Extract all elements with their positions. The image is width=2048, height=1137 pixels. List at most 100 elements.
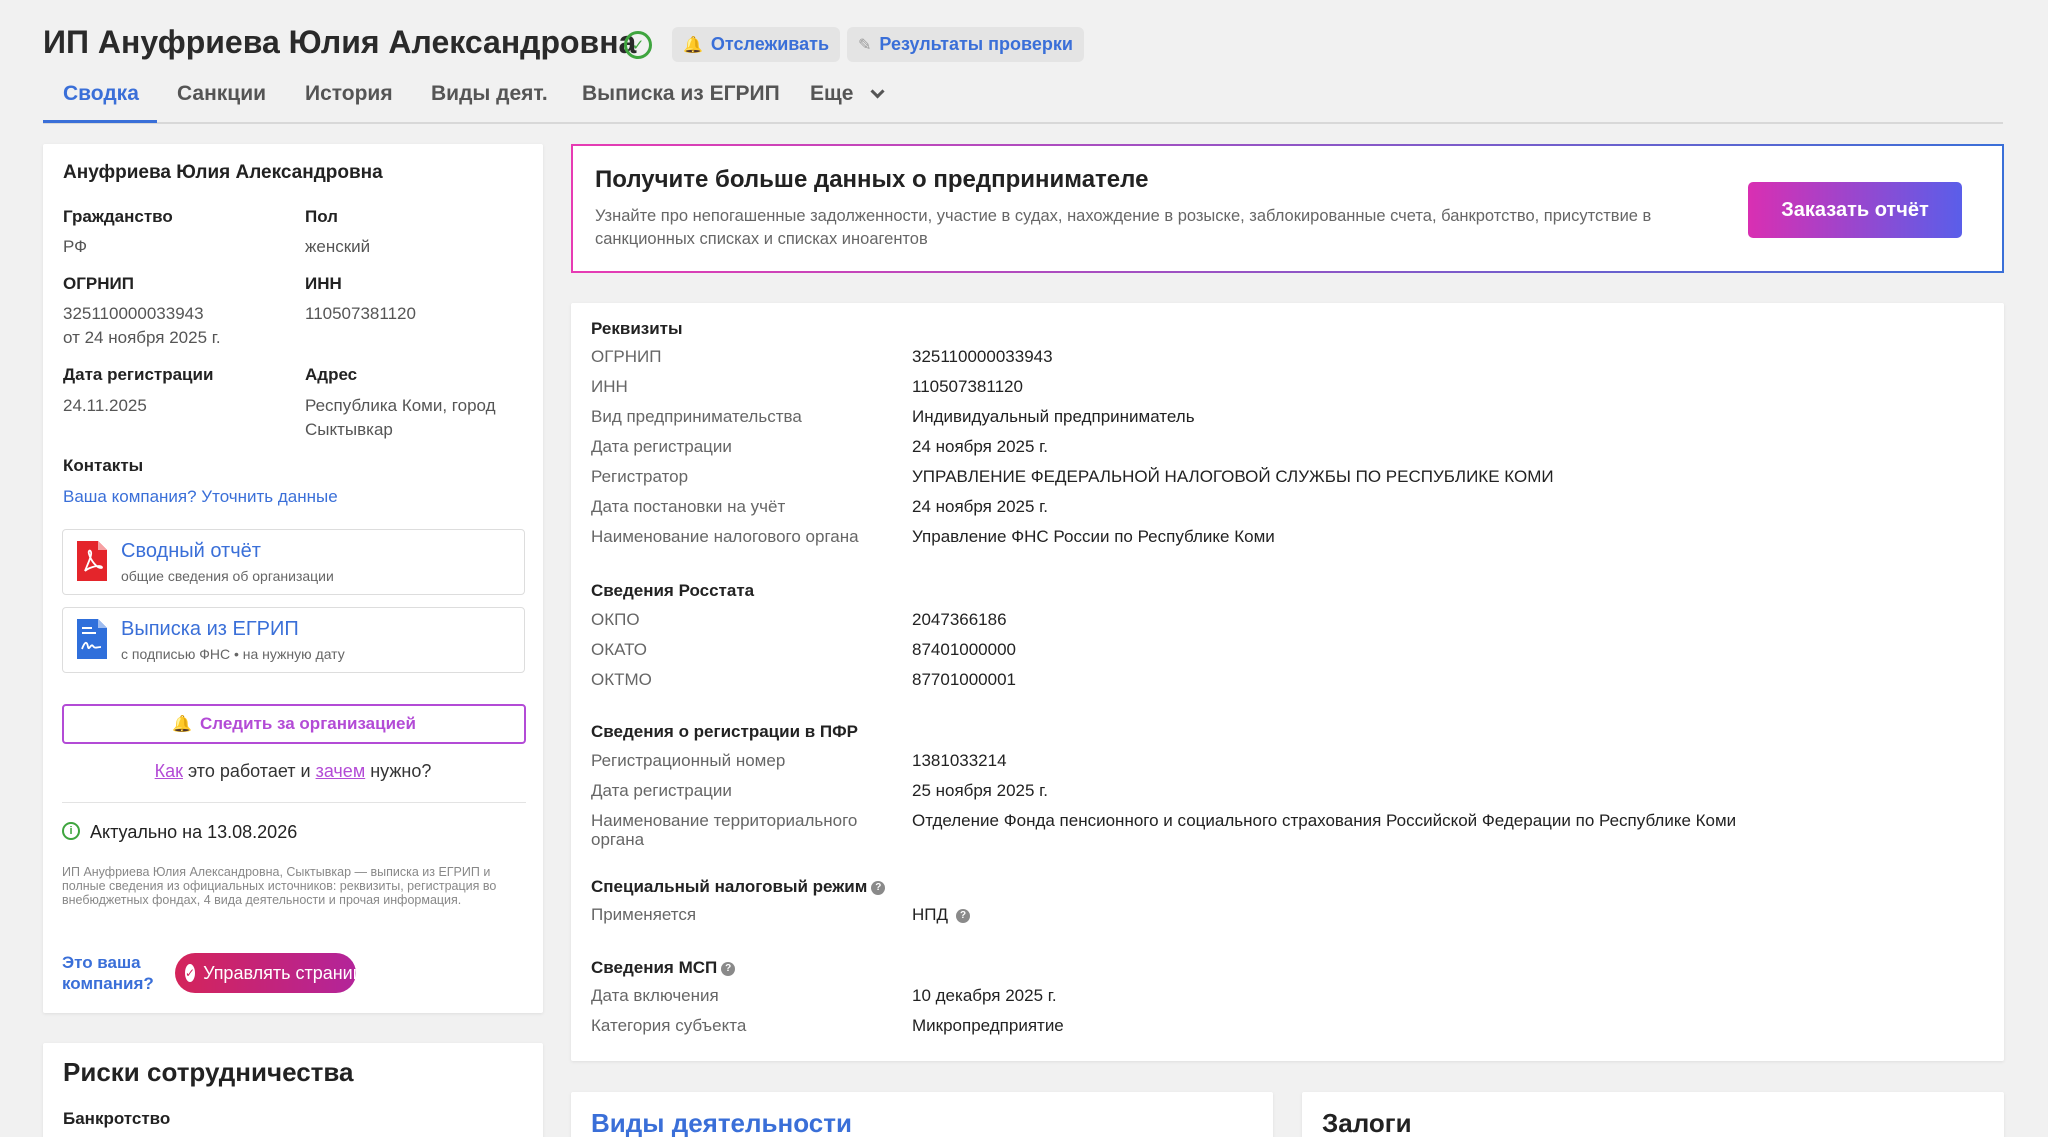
req-value: 25 ноября 2025 г. <box>912 781 1048 800</box>
egrip-extract-sub: с подписью ФНС • на нужную дату <box>121 646 345 662</box>
msp-title-text: Сведения МСП <box>591 958 718 977</box>
bell-icon: 🔔 <box>683 36 703 54</box>
requisites-card: Реквизиты ОГРНИП 325110000033943 ИНН 110… <box>571 303 2004 1061</box>
page-description: ИП Ануфриева Юлия Александровна, Сыктывк… <box>62 865 497 907</box>
how-end-text: нужно? <box>365 761 432 781</box>
req-key: Дата регистрации <box>591 437 732 456</box>
clarify-data-link[interactable]: Ваша компания? Уточнить данные <box>63 487 338 507</box>
inn-label: ИНН <box>305 274 342 293</box>
tab-summary[interactable]: Сводка <box>63 82 139 106</box>
tab-activities[interactable]: Виды деят. <box>431 82 548 106</box>
tab-bar: Сводка Санкции История Виды деят. Выписк… <box>43 80 2003 124</box>
inn-value: 110507381120 <box>305 304 416 323</box>
regdate-value: 24.11.2025 <box>63 396 147 415</box>
pledges-title: Залоги <box>1322 1108 1412 1137</box>
risks-title: Риски сотрудничества <box>63 1057 354 1087</box>
your-company-link[interactable]: Это ваша компания? <box>62 952 162 994</box>
req-value: Отделение Фонда пенсионного и социальног… <box>912 811 1737 830</box>
req-key: Наименование территориального органа <box>591 811 858 849</box>
citizenship-value: РФ <box>63 237 88 256</box>
summary-report-title: Сводный отчёт <box>121 540 261 562</box>
tab-history[interactable]: История <box>305 82 393 106</box>
page-title: ИП Ануфриева Юлия Александровна <box>43 24 637 60</box>
req-value: УПРАВЛЕНИЕ ФЕДЕРАЛЬНОЙ НАЛОГОВОЙ СЛУЖБЫ … <box>912 467 1554 486</box>
activities-card: Виды деятельности <box>571 1092 1273 1137</box>
pledges-card: Залоги <box>1302 1092 2004 1137</box>
check-results-label: Результаты проверки <box>879 34 1073 54</box>
tab-more-label: Еще <box>810 82 854 105</box>
sex-value: женский <box>305 237 371 256</box>
req-value: 1381033214 <box>912 751 1007 770</box>
activities-title[interactable]: Виды деятельности <box>591 1108 852 1137</box>
how-mid-text: это работает и <box>183 761 316 781</box>
requisites-title: Реквизиты <box>591 319 683 338</box>
sex-label: Пол <box>305 207 338 226</box>
promo-title: Получите больше данных о предпринимателе <box>595 166 1149 193</box>
address-value: Республика Коми, город Сыктывкар <box>305 396 496 439</box>
summary-report-item[interactable]: Сводный отчёт общие сведения об организа… <box>62 529 525 595</box>
bankruptcy-label: Банкротство <box>63 1109 171 1128</box>
person-card: Ануфриева Юлия Александровна Гражданство… <box>43 144 543 1013</box>
help-icon[interactable]: ? <box>871 880 886 895</box>
address-label: Адрес <box>305 365 358 384</box>
tax-value-text: НПД <box>912 905 949 924</box>
req-key: ОГРНИП <box>591 347 662 366</box>
tax-regime-title: Специальный налоговый режим? <box>591 877 886 897</box>
follow-organization-label: Следить за организацией <box>199 714 416 733</box>
divider <box>62 802 526 803</box>
help-icon[interactable]: ? <box>956 908 971 923</box>
req-value: НПД? <box>912 905 971 925</box>
chevron-down-icon <box>870 84 885 99</box>
how-link[interactable]: Как <box>155 761 183 781</box>
help-icon[interactable]: ? <box>721 961 736 976</box>
check-results-button[interactable]: ✎ Результаты проверки <box>847 27 1084 62</box>
info-icon: i <box>62 822 80 840</box>
actual-date: Актуально на 13.08.2026 <box>90 822 298 842</box>
req-key: Дата включения <box>591 986 719 1005</box>
req-value: 87701000001 <box>912 670 1017 689</box>
regdate-label: Дата регистрации <box>63 365 214 384</box>
active-tab-indicator <box>43 120 157 123</box>
manage-page-label: Управлять страницей <box>203 962 383 983</box>
how-it-works-line: Как это работает и зачем нужно? <box>43 761 543 782</box>
summary-report-sub: общие сведения об организации <box>121 568 334 584</box>
edit-icon: ✎ <box>858 36 872 54</box>
why-link[interactable]: зачем <box>316 761 366 781</box>
citizenship-label: Гражданство <box>63 207 173 226</box>
req-value: 110507381120 <box>912 377 1023 396</box>
rosstat-title: Сведения Росстата <box>591 581 755 600</box>
egrip-extract-item[interactable]: Выписка из ЕГРИП с подписью ФНС • на нуж… <box>62 607 525 673</box>
signed-document-icon <box>77 619 107 659</box>
req-value: 87401000000 <box>912 640 1017 659</box>
req-key: Категория субъекта <box>591 1016 747 1035</box>
promo-text: Узнайте про непогашенные задолженности, … <box>595 207 1652 248</box>
req-key: Применяется <box>591 905 697 924</box>
follow-organization-button[interactable]: 🔔 Следить за организацией <box>62 704 526 744</box>
req-value: 24 ноября 2025 г. <box>912 497 1048 516</box>
tab-more[interactable]: Еще <box>810 82 885 106</box>
req-key: Дата регистрации <box>591 781 732 800</box>
order-report-button[interactable]: Заказать отчёт <box>1748 182 1962 238</box>
pfr-title: Сведения о регистрации в ПФР <box>591 722 858 741</box>
shield-icon: ✓ <box>185 964 196 982</box>
req-key: ОКТМО <box>591 670 652 689</box>
person-name: Ануфриева Юлия Александровна <box>63 162 383 183</box>
req-key: Дата постановки на учёт <box>591 497 786 516</box>
tab-egrip-extract[interactable]: Выписка из ЕГРИП <box>582 82 780 106</box>
verified-check-icon: ✓ <box>624 31 652 59</box>
manage-page-button[interactable]: ✓ Управлять страницей <box>175 953 383 993</box>
req-value: 24 ноября 2025 г. <box>912 437 1048 456</box>
pdf-icon <box>77 541 107 581</box>
req-key: ИНН <box>591 377 628 396</box>
req-key: ОКПО <box>591 610 640 629</box>
req-value: Индивидуальный предприниматель <box>912 407 1195 426</box>
promo-banner: Получите больше данных о предпринимателе… <box>571 144 2004 273</box>
bell-plus-icon: 🔔 <box>172 716 192 733</box>
tab-sanctions[interactable]: Санкции <box>177 82 266 106</box>
tax-regime-title-text: Специальный налоговый режим <box>591 877 868 896</box>
track-button[interactable]: 🔔 Отслеживать <box>672 27 841 62</box>
egrip-extract-title: Выписка из ЕГРИП <box>121 618 299 640</box>
req-value: Микропредприятие <box>912 1016 1064 1035</box>
ogrnip-label: ОГРНИП <box>63 274 134 293</box>
req-value: Управление ФНС России по Республике Коми <box>912 527 1275 546</box>
